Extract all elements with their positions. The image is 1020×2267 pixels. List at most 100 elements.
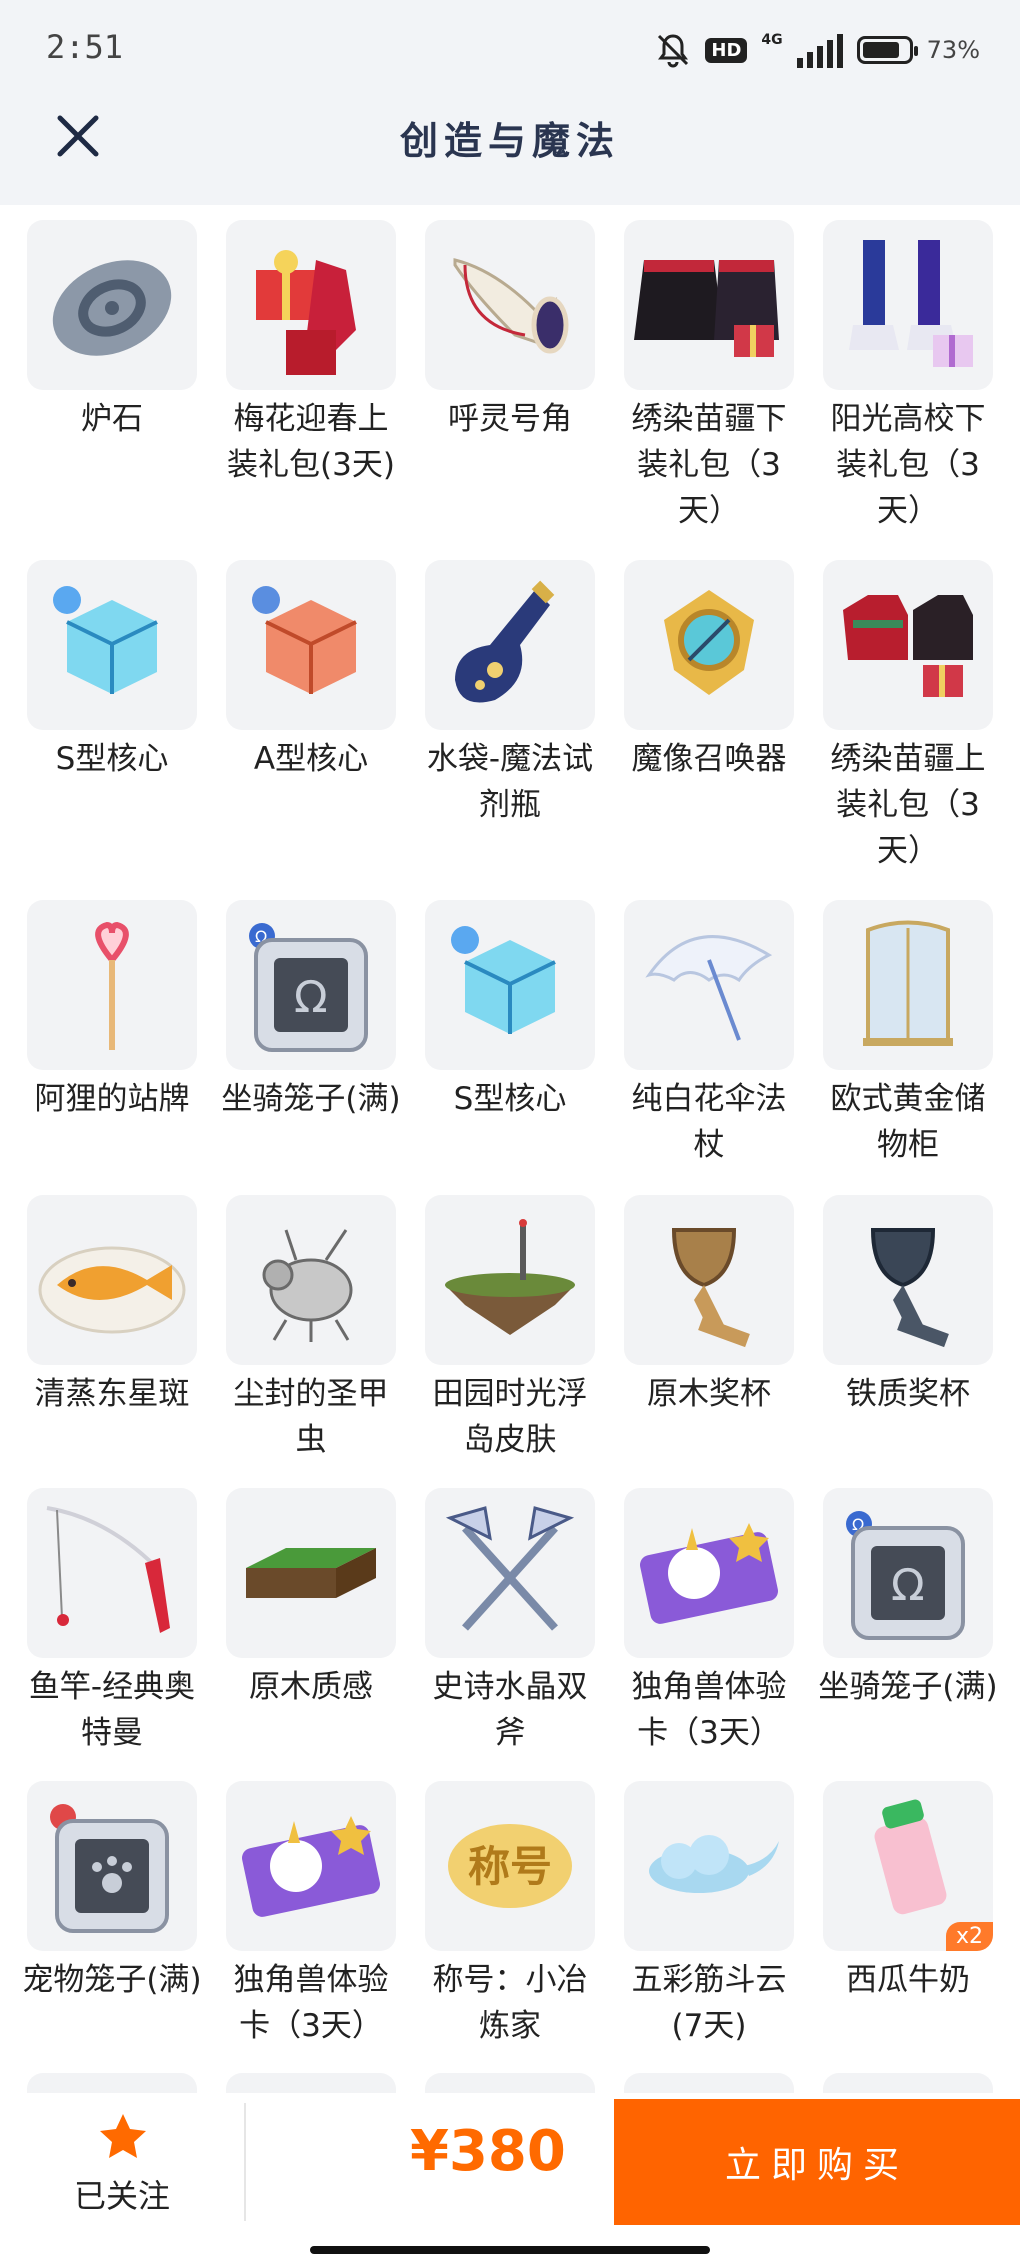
item-label: 铁质奖杯 xyxy=(846,1376,970,1412)
item-label: 称号：小冶炼家 xyxy=(432,1962,588,2044)
grid-item[interactable]: 欧式黄金储物柜 xyxy=(823,900,993,1168)
item-thumbnail xyxy=(624,220,794,390)
top-gift-icon xyxy=(843,595,973,697)
grid-item[interactable]: 宠物笼子(满) xyxy=(22,1781,202,2003)
grid-item[interactable]: 纯白花伞法杖 xyxy=(624,900,794,1168)
item-label: 原木奖杯 xyxy=(647,1376,771,1412)
grid-item[interactable]: Ω Ω 坐骑笼子(满) xyxy=(818,1488,998,1710)
item-thumbnail xyxy=(823,900,993,1070)
item-label: 坐骑笼子(满) xyxy=(221,1081,401,1117)
grid-item[interactable]: 绣染苗疆下装礼包（3天） xyxy=(624,220,794,534)
price: ¥380 xyxy=(410,2119,566,2184)
grid-item[interactable]: 水袋-魔法试剂瓶 xyxy=(425,560,595,828)
item-thumbnail xyxy=(226,1781,396,1951)
item-thumbnail: 称号 xyxy=(425,1781,595,1951)
grid-item[interactable]: 田园时光浮岛皮肤 xyxy=(425,1195,595,1463)
item-thumbnail xyxy=(823,220,993,390)
grid-item[interactable]: 原木奖杯 xyxy=(624,1195,794,1417)
item-label: 五彩筋斗云(7天) xyxy=(631,1962,787,2044)
cabinet-icon xyxy=(863,920,953,1046)
mute-icon xyxy=(658,34,689,68)
follow-button[interactable]: 已关注 xyxy=(0,2093,244,2223)
item-label: 呼灵号角 xyxy=(448,401,572,437)
title-badge-text: 称号 xyxy=(468,1842,552,1891)
item-label: S型核心 xyxy=(55,741,169,777)
grid-item[interactable]: 阳光高校下装礼包（3天） xyxy=(823,220,993,534)
mount-cage-icon: Ω Ω xyxy=(846,1511,965,1640)
fish-dish-icon xyxy=(38,1246,186,1334)
item-label: 原木质感 xyxy=(249,1669,373,1705)
divider xyxy=(244,2103,246,2221)
signpost-icon xyxy=(95,921,129,1050)
item-label: 炉石 xyxy=(81,401,143,437)
item-thumbnail xyxy=(226,1195,396,1365)
item-thumbnail xyxy=(27,220,197,390)
skirt-gift-icon xyxy=(634,260,779,357)
item-thumbnail xyxy=(425,1488,595,1658)
grid-item[interactable]: 梅花迎春上装礼包(3天) xyxy=(226,220,396,488)
item-label: 阳光高校下装礼包（3天） xyxy=(830,401,986,529)
item-thumbnail xyxy=(425,560,595,730)
potion-bottle-icon xyxy=(455,580,555,703)
title-badge-icon: 称号 xyxy=(448,1824,572,1908)
unicorn-card-icon xyxy=(640,1523,778,1624)
grid-item[interactable]: 独角兽体验卡（3天） xyxy=(624,1488,794,1756)
item-thumbnail xyxy=(27,1195,197,1365)
follow-label: 已关注 xyxy=(73,2177,170,2215)
item-thumbnail: x2 xyxy=(823,1781,993,1951)
grid-item[interactable]: 史诗水晶双斧 xyxy=(425,1488,595,1756)
item-thumbnail xyxy=(624,1781,794,1951)
item-thumbnail xyxy=(226,220,396,390)
core-cube-icon xyxy=(451,926,556,1034)
grid-item[interactable]: A型核心 xyxy=(226,560,396,782)
grid-item[interactable]: 鱼竿-经典奥特曼 xyxy=(27,1488,197,1756)
item-thumbnail xyxy=(823,560,993,730)
grid-item[interactable]: 炉石 xyxy=(27,220,197,442)
buy-now-button[interactable]: 立即购买 xyxy=(614,2099,1020,2225)
iron-trophy-icon xyxy=(870,1228,949,1348)
grid-item[interactable]: 阿狸的站牌 xyxy=(27,900,197,1122)
core-cube-icon xyxy=(252,586,357,694)
home-indicator[interactable] xyxy=(310,2246,710,2254)
grid-item[interactable]: 五彩筋斗云(7天) xyxy=(624,1781,794,2049)
svg-text:Ω: Ω xyxy=(891,1560,925,1611)
grid-item[interactable]: 魔像召唤器 xyxy=(624,560,794,782)
grid-item[interactable]: 绣染苗疆上装礼包（3天） xyxy=(823,560,993,874)
item-label: 宠物笼子(满) xyxy=(22,1962,202,1998)
star-icon xyxy=(100,2114,146,2158)
grid-item[interactable]: 独角兽体验卡（3天） xyxy=(226,1781,396,2049)
cloud-icon xyxy=(649,1835,779,1893)
crossed-axes-icon xyxy=(445,1506,575,1631)
item-label: 独角兽体验卡（3天） xyxy=(631,1669,787,1751)
core-cube-icon xyxy=(53,586,158,694)
header: 创造与魔法 xyxy=(0,100,1020,205)
grid-item[interactable]: S型核心 xyxy=(425,900,595,1122)
grid-item[interactable]: 称号 称号：小冶炼家 xyxy=(425,1781,595,2049)
grid-item[interactable]: 清蒸东星斑 xyxy=(27,1195,197,1417)
stone-icon xyxy=(52,260,172,356)
quantity-badge: x2 xyxy=(945,1922,993,1951)
item-thumbnail xyxy=(624,900,794,1070)
status-time: 2:51 xyxy=(46,28,124,66)
item-label: 清蒸东星斑 xyxy=(34,1376,190,1412)
unicorn-card-icon xyxy=(242,1816,380,1917)
grid-item[interactable]: S型核心 xyxy=(27,560,197,782)
grid-item[interactable]: 呼灵号角 xyxy=(425,220,595,442)
grid-item[interactable]: 尘封的圣甲虫 xyxy=(226,1195,396,1463)
wood-trophy-icon xyxy=(671,1228,750,1348)
item-thumbnail: Ω Ω xyxy=(823,1488,993,1658)
grid-item[interactable]: Ω Ω 坐骑笼子(满) xyxy=(221,900,401,1122)
outfit-gift-icon xyxy=(256,250,356,375)
item-thumbnail xyxy=(425,1195,595,1365)
item-thumbnail: Ω Ω xyxy=(226,900,396,1070)
hd-icon: HD xyxy=(705,37,748,63)
grid-item[interactable]: 铁质奖杯 xyxy=(823,1195,993,1417)
item-thumbnail xyxy=(27,1488,197,1658)
grid-item[interactable]: x2 西瓜牛奶 xyxy=(823,1781,993,2003)
pet-cage-icon xyxy=(50,1804,169,1933)
grid-item[interactable]: 原木质感 xyxy=(226,1488,396,1710)
item-thumbnail xyxy=(823,1195,993,1365)
item-label: A型核心 xyxy=(253,741,369,777)
item-thumbnail xyxy=(27,900,197,1070)
item-label: 鱼竿-经典奥特曼 xyxy=(28,1669,196,1751)
